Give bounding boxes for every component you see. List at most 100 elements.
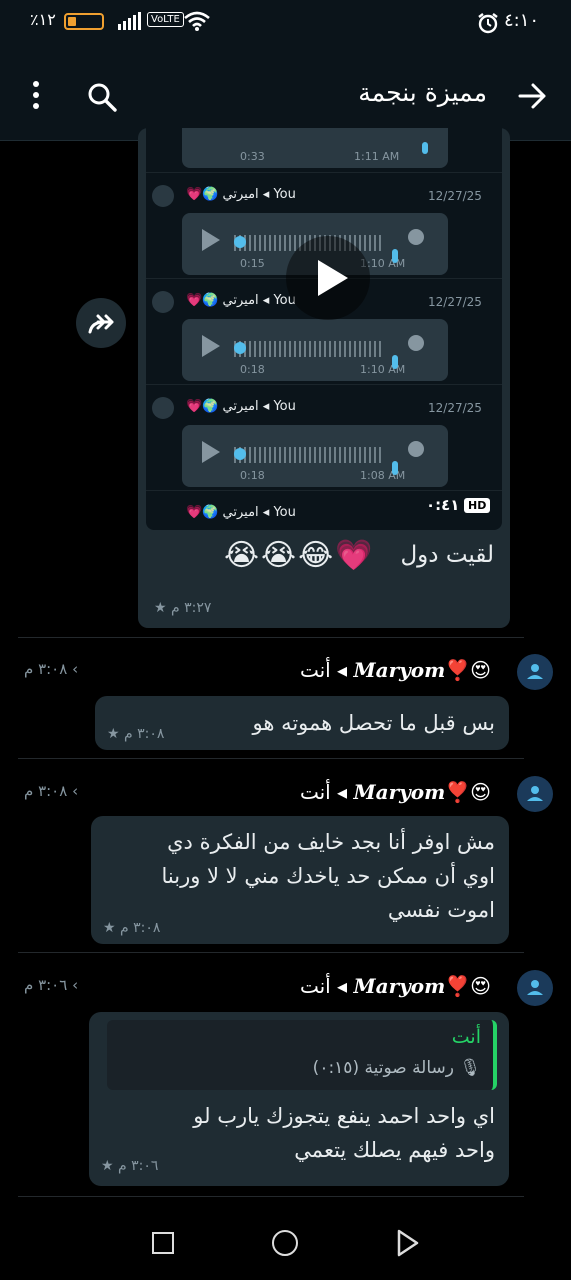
voice-duration: 0:33 bbox=[240, 150, 265, 163]
home-button[interactable] bbox=[272, 1230, 298, 1256]
side-time: › ٣:٠٨ م bbox=[24, 782, 79, 800]
sender-name: Maryom bbox=[353, 658, 446, 682]
sender-line: 😍❣️Maryom ◂ أنت bbox=[299, 780, 491, 804]
mic-icon bbox=[392, 249, 398, 263]
heart-icon: 💗🌍 bbox=[186, 187, 219, 202]
message-time: ٣:٢٧ م bbox=[171, 600, 212, 616]
message-text: بس قبل ما تحصل هموته هو bbox=[252, 711, 495, 735]
avatar-icon bbox=[517, 654, 553, 690]
battery-icon bbox=[64, 13, 104, 30]
voice-time: 1:10 AM bbox=[360, 363, 406, 376]
quote-text: رسالة صوتية (٠:١٥) bbox=[312, 1058, 454, 1078]
recipient-label: أنت bbox=[299, 658, 331, 682]
emoji: 😍❣️ bbox=[445, 658, 491, 682]
play-icon bbox=[318, 260, 348, 296]
more-options-icon[interactable] bbox=[26, 80, 46, 110]
waveform bbox=[234, 447, 384, 463]
message-bubble[interactable]: بس قبل ما تحصل هموته هو ٣:٠٨ م ★ bbox=[95, 696, 509, 750]
message-text: اي واحد احمد ينفع يتجوزك يارب لو bbox=[193, 1104, 495, 1128]
message-text: اوي أن ممكن حد ياخدك مني لا لا وربنا bbox=[161, 864, 495, 888]
hd-badge: HD bbox=[464, 498, 491, 513]
side-time: › ٣:٠٦ م bbox=[24, 976, 79, 994]
user-name: You bbox=[273, 505, 296, 520]
search-icon[interactable] bbox=[86, 81, 118, 117]
mic-icon bbox=[422, 142, 428, 154]
message-text: واحد فيهم يصلك يتعمي bbox=[294, 1138, 495, 1162]
voice-message: 0:18 1:10 AM bbox=[182, 319, 448, 381]
emoji: 😍❣️ bbox=[445, 974, 491, 998]
signal-icon bbox=[118, 12, 142, 34]
avatar-icon bbox=[517, 970, 553, 1006]
message-date: 12/27/25 bbox=[428, 295, 482, 309]
divider bbox=[18, 758, 524, 759]
play-icon bbox=[202, 335, 220, 357]
play-icon bbox=[202, 441, 220, 463]
message-bubble[interactable]: أنت 🎙 رسالة صوتية (٠:١٥) اي واحد احمد ين… bbox=[89, 1012, 509, 1186]
voice-duration: 0:18 bbox=[240, 363, 265, 376]
heart-icon: 💗🌍 bbox=[186, 505, 219, 520]
heart-icon: 💗🌍 bbox=[186, 399, 219, 414]
heart-icon: 💗🌍 bbox=[186, 293, 219, 308]
recipient-label: أنت bbox=[299, 780, 331, 804]
mic-icon bbox=[392, 461, 398, 475]
video-duration: ٠:٤١ bbox=[426, 496, 460, 514]
contact-name: اميرتي bbox=[222, 187, 259, 202]
avatar-icon bbox=[152, 291, 174, 313]
quoted-message[interactable]: أنت 🎙 رسالة صوتية (٠:١٥) bbox=[107, 1020, 497, 1090]
divider bbox=[18, 637, 524, 638]
alarm-icon bbox=[477, 12, 499, 38]
message-caption: لقيت دول bbox=[400, 542, 494, 568]
emoji: 😍❣️ bbox=[445, 780, 491, 804]
sender-name: Maryom bbox=[353, 974, 446, 998]
star-icon: ★ bbox=[107, 726, 120, 742]
star-icon: ★ bbox=[154, 600, 167, 616]
contact-name: اميرتي bbox=[222, 505, 259, 520]
voice-duration: 0:18 bbox=[240, 469, 265, 482]
sender-name: Maryom bbox=[353, 780, 446, 804]
side-time: › ٣:٠٨ م bbox=[24, 660, 79, 678]
sender-line: 😍❣️Maryom ◂ أنت bbox=[299, 658, 491, 682]
message-time: ٣:٠٨ م bbox=[120, 920, 161, 936]
message-time: ٣:٠٦ م bbox=[118, 1158, 159, 1174]
mic-icon bbox=[392, 355, 398, 369]
wifi-icon bbox=[184, 10, 210, 36]
forwarded-image-message[interactable]: 0:33 1:11 AM 💗🌍 اميرتي ◂ You 12/27/25 0:… bbox=[138, 128, 510, 628]
user-avatar-icon bbox=[408, 229, 424, 245]
clock: ٤:١٠ bbox=[504, 10, 540, 31]
voice-row: 💗🌍 اميرتي ◂ You 12/27/25 0:18 1:08 AM bbox=[146, 384, 502, 491]
voice-time: 1:08 AM bbox=[360, 469, 406, 482]
user-name: You bbox=[273, 399, 296, 414]
back-button[interactable] bbox=[396, 1228, 420, 1262]
forward-button[interactable] bbox=[76, 298, 126, 348]
forwarded-screenshot[interactable]: 0:33 1:11 AM 💗🌍 اميرتي ◂ You 12/27/25 0:… bbox=[146, 128, 502, 530]
volte-badge: VoLTE bbox=[147, 12, 184, 27]
system-nav-bar bbox=[0, 1206, 571, 1280]
back-arrow-icon[interactable] bbox=[518, 82, 548, 114]
avatar-icon bbox=[152, 397, 174, 419]
battery-percent: ٪١٢ bbox=[30, 10, 56, 29]
message-text: مش اوفر أنا بجد خايف من الفكرة دي bbox=[167, 830, 495, 854]
contact-name: اميرتي bbox=[222, 293, 259, 308]
avatar-icon bbox=[152, 185, 174, 207]
waveform bbox=[234, 341, 384, 357]
user-avatar-icon bbox=[408, 441, 424, 457]
voice-duration: 0:15 bbox=[240, 257, 265, 270]
recent-apps-button[interactable] bbox=[152, 1232, 174, 1254]
message-date: 12/27/25 bbox=[428, 189, 482, 203]
divider bbox=[18, 952, 524, 953]
star-icon: ★ bbox=[101, 1158, 114, 1174]
quote-author: أنت bbox=[451, 1026, 481, 1048]
voice-message: 0:18 1:08 AM bbox=[182, 425, 448, 487]
page-title: مميزة بنجمة bbox=[358, 78, 487, 107]
video-play-button[interactable] bbox=[286, 236, 370, 320]
message-date: 12/27/25 bbox=[428, 401, 482, 415]
recipient-label: أنت bbox=[299, 974, 331, 998]
sender-line: 😍❣️Maryom ◂ أنت bbox=[299, 974, 491, 998]
message-bubble[interactable]: مش اوفر أنا بجد خايف من الفكرة دي اوي أن… bbox=[91, 816, 509, 944]
app-bar: مميزة بنجمة bbox=[0, 44, 571, 141]
voice-time: 1:11 AM bbox=[354, 150, 400, 163]
mic-icon: 🎙 bbox=[459, 1058, 481, 1078]
forward-icon bbox=[88, 314, 114, 334]
divider bbox=[18, 1196, 524, 1197]
user-name: You bbox=[273, 187, 296, 202]
